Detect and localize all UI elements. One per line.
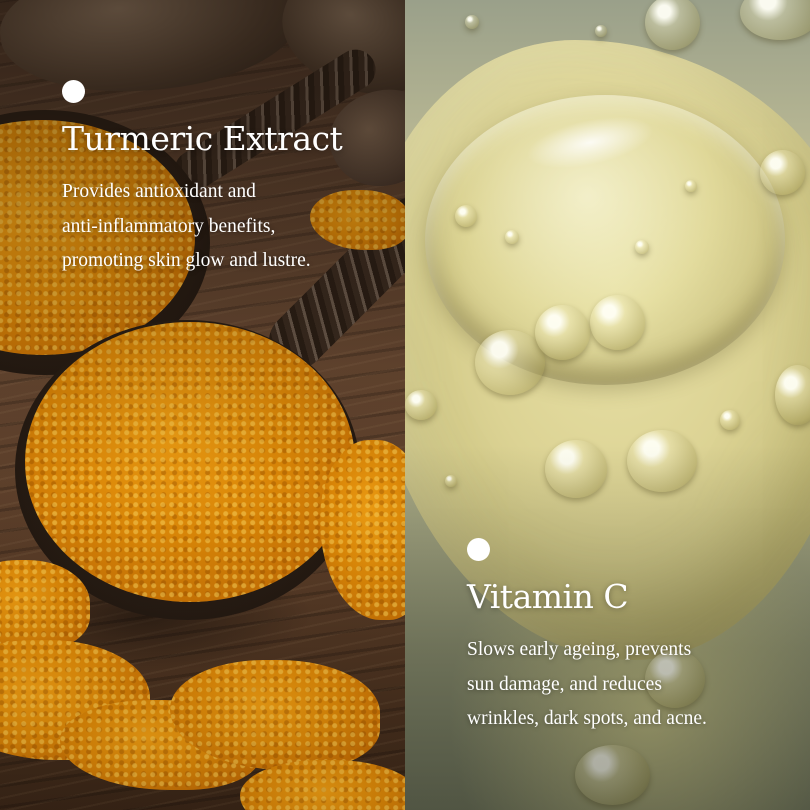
- ingredient-title: Turmeric Extract: [62, 119, 343, 158]
- description-line: wrinkles, dark spots, and acne.: [467, 708, 707, 729]
- ingredient-title: Vitamin C: [467, 577, 629, 616]
- bullet-dot: [467, 538, 490, 561]
- ingredient-description: Provides antioxidant and anti-inflammato…: [62, 175, 392, 279]
- description-line: anti-inflammatory benefits,: [62, 215, 276, 237]
- ingredient-showcase: Turmeric Extract Provides antioxidant an…: [0, 0, 810, 810]
- bullet-dot: [62, 80, 85, 103]
- turmeric-info: Turmeric Extract Provides antioxidant an…: [62, 80, 392, 279]
- description-line: promoting skin glow and lustre.: [62, 250, 311, 271]
- vitamin-c-info: Vitamin C Slows early ageing, prevents s…: [467, 538, 797, 737]
- turmeric-panel: Turmeric Extract Provides antioxidant an…: [0, 0, 405, 810]
- description-line: Slows early ageing, prevents: [467, 639, 692, 660]
- description-line: Provides antioxidant and: [62, 181, 256, 202]
- ingredient-description: Slows early ageing, prevents sun damage,…: [467, 633, 797, 737]
- description-line: sun damage, and reduces: [467, 673, 662, 695]
